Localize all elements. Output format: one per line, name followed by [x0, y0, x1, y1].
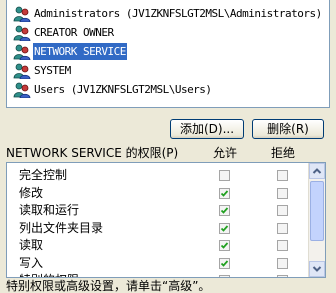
permission-name: 修改 — [19, 185, 44, 200]
user-list-item-label: SYSTEM — [34, 64, 71, 77]
allow-column-header: 允许 — [213, 146, 238, 160]
permission-deny-checkbox[interactable] — [277, 222, 288, 234]
permissions-scrollbar[interactable] — [308, 163, 325, 277]
checkmark-icon — [220, 259, 229, 267]
permission-name: 读取 — [19, 238, 44, 252]
permission-deny-checkbox[interactable] — [277, 257, 288, 269]
checkmark-icon — [220, 189, 229, 197]
permissions-list: 完全控制修改读取和运行列出文件夹目录读取写入特别的权限 — [6, 162, 326, 278]
scroll-thumb[interactable] — [310, 181, 324, 241]
permission-name: 列出文件夹目录 — [19, 220, 104, 235]
permissions-header-label: NETWORK SERVICE 的权限(P) — [6, 146, 179, 160]
permission-allow-checkbox[interactable] — [219, 170, 230, 181]
permission-deny-checkbox[interactable] — [277, 187, 288, 199]
permission-allow-checkbox[interactable] — [219, 222, 230, 234]
permission-allow-checkbox[interactable] — [219, 205, 230, 216]
scroll-down-button[interactable] — [309, 261, 325, 277]
permission-deny-checkbox[interactable] — [277, 170, 288, 181]
deny-column-header: 拒绝 — [271, 146, 296, 160]
permission-deny-checkbox[interactable] — [277, 205, 288, 216]
users-group-icon — [13, 63, 31, 80]
user-list-item-label: CREATOR OWNER — [34, 26, 114, 39]
remove-button[interactable]: 删除(R) — [252, 119, 324, 139]
permission-allow-checkbox[interactable] — [219, 240, 230, 251]
users-group-icon — [13, 6, 31, 23]
permission-name: 读取和运行 — [19, 203, 80, 217]
users-group-icon — [13, 44, 31, 61]
permission-name: 写入 — [19, 255, 44, 270]
permission-allow-checkbox[interactable] — [219, 257, 230, 269]
add-button[interactable]: 添加(D)... — [170, 119, 244, 139]
advanced-hint-text: 特别权限或高级设置，请单击“高级”。 — [6, 279, 211, 293]
users-group-icon — [13, 82, 31, 99]
checkmark-icon — [220, 242, 229, 249]
user-list-item-label: Administrators (JV1ZKNFSLGT2MSL\Administ… — [34, 7, 322, 20]
user-list-item-label: Users (JV1ZKNFSLGT2MSL\Users) — [34, 83, 212, 96]
checkmark-icon — [220, 207, 229, 214]
chevron-up-icon — [312, 168, 322, 174]
group-user-list[interactable]: Administrators (JV1ZKNFSLGT2MSL\Administ… — [6, 0, 330, 108]
permission-deny-checkbox[interactable] — [277, 275, 288, 277]
scroll-up-button[interactable] — [309, 163, 325, 179]
checkmark-icon — [220, 224, 229, 232]
users-group-icon — [13, 25, 31, 42]
permission-name: 完全控制 — [19, 168, 68, 182]
permission-deny-checkbox[interactable] — [277, 240, 288, 251]
permission-allow-checkbox[interactable] — [219, 187, 230, 199]
permission-name: 特别的权限 — [19, 272, 79, 277]
permission-allow-checkbox[interactable] — [219, 275, 230, 277]
user-list-item-label: NETWORK SERVICE — [33, 43, 127, 60]
chevron-down-icon — [312, 266, 322, 272]
